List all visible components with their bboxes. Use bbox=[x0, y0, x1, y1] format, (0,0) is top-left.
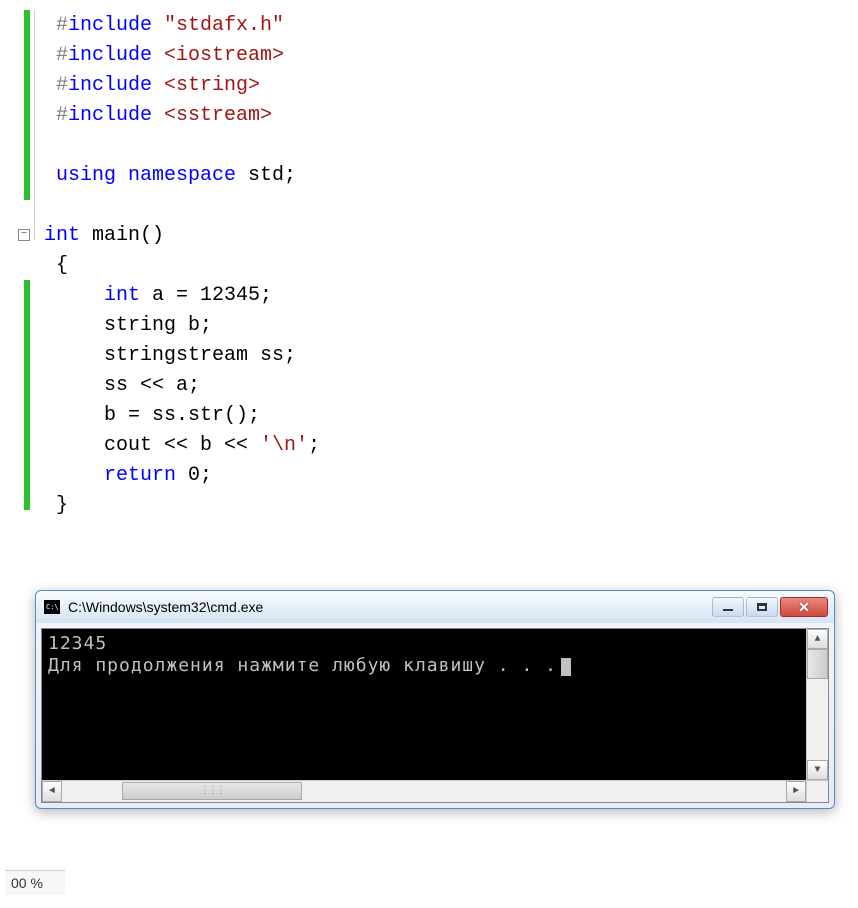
code-line[interactable] bbox=[38, 194, 68, 217]
change-marker bbox=[24, 280, 30, 510]
vertical-scrollbar[interactable]: ▲ ▼ bbox=[806, 629, 828, 780]
scroll-down-button[interactable]: ▼ bbox=[807, 760, 828, 780]
scroll-right-button[interactable]: ► bbox=[786, 781, 806, 802]
console-output[interactable]: 12345 Для продолжения нажмите любую клав… bbox=[42, 629, 806, 780]
maximize-icon bbox=[757, 603, 767, 611]
output-line: Для продолжения нажмите любую клавишу . … bbox=[48, 655, 800, 677]
minimize-button[interactable] bbox=[712, 597, 744, 617]
console-window: C:\Windows\system32\cmd.exe ✕ 12345 Для … bbox=[35, 590, 835, 809]
minus-icon: − bbox=[21, 230, 27, 240]
output-line: 12345 bbox=[48, 633, 800, 655]
fold-toggle[interactable]: − bbox=[18, 229, 30, 241]
outline-guide bbox=[34, 10, 35, 240]
scroll-thumb[interactable] bbox=[807, 649, 828, 679]
code-line[interactable]: #include "stdafx.h" bbox=[38, 14, 284, 37]
minimize-icon bbox=[723, 609, 733, 611]
window-controls: ✕ bbox=[712, 597, 828, 617]
maximize-button[interactable] bbox=[746, 597, 778, 617]
horizontal-scrollbar[interactable]: ◄ ⋮⋮⋮ ► bbox=[42, 780, 806, 802]
scroll-corner bbox=[806, 780, 828, 802]
code-line[interactable]: } bbox=[38, 494, 68, 517]
code-line[interactable]: b = ss.str(); bbox=[38, 404, 260, 427]
cmd-icon bbox=[44, 600, 60, 614]
code-line[interactable]: int main() bbox=[38, 224, 164, 247]
code-line[interactable]: stringstream ss; bbox=[38, 344, 296, 367]
cursor bbox=[561, 658, 571, 676]
zoom-level: 00 % bbox=[11, 875, 43, 891]
close-icon: ✕ bbox=[798, 599, 810, 616]
window-title: C:\Windows\system32\cmd.exe bbox=[68, 599, 712, 615]
code-line[interactable] bbox=[38, 134, 68, 157]
code-editor[interactable]: #include "stdafx.h" #include <iostream> … bbox=[0, 0, 858, 540]
change-marker bbox=[24, 10, 30, 200]
scroll-thumb[interactable]: ⋮⋮⋮ bbox=[122, 782, 302, 800]
code-line[interactable]: int a = 12345; bbox=[38, 284, 272, 307]
code-line[interactable]: ss << a; bbox=[38, 374, 200, 397]
titlebar[interactable]: C:\Windows\system32\cmd.exe ✕ bbox=[36, 591, 834, 623]
code-line[interactable]: { bbox=[38, 254, 68, 277]
code-line[interactable]: using namespace std; bbox=[38, 164, 296, 187]
code-line[interactable]: #include <iostream> bbox=[38, 44, 284, 67]
code-line[interactable]: #include <sstream> bbox=[38, 104, 272, 127]
close-button[interactable]: ✕ bbox=[780, 597, 828, 617]
code-line[interactable]: cout << b << '\n'; bbox=[38, 434, 320, 457]
string-literal: "stdafx.h" bbox=[152, 14, 284, 37]
grip-icon: ⋮⋮⋮ bbox=[200, 785, 224, 797]
status-zoom[interactable]: 00 % bbox=[5, 870, 65, 895]
scroll-left-button[interactable]: ◄ bbox=[42, 781, 62, 802]
code-line[interactable]: string b; bbox=[38, 314, 212, 337]
code-line[interactable]: return 0; bbox=[38, 464, 212, 487]
scroll-up-button[interactable]: ▲ bbox=[807, 629, 828, 649]
keyword-include: include bbox=[68, 14, 152, 37]
console-body: 12345 Для продолжения нажмите любую клав… bbox=[41, 628, 829, 803]
code-line[interactable]: #include <string> bbox=[38, 74, 260, 97]
preproc-hash: # bbox=[56, 14, 68, 37]
